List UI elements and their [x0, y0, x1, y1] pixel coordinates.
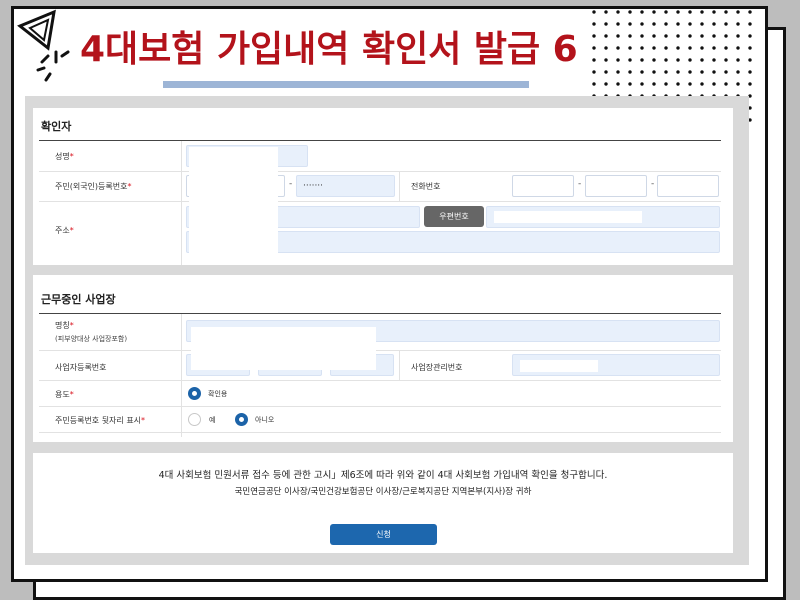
- redacted-block: [189, 147, 278, 261]
- rrn-back-input[interactable]: ·······: [296, 175, 395, 197]
- rrn-display-yes-label: 예: [209, 416, 216, 424]
- mgmtno-label: 사업장관리번호: [411, 363, 463, 372]
- workplace-name-label: 명칭* (피부양대상 사업장포함): [55, 321, 128, 343]
- phone-label: 전화번호: [411, 182, 441, 191]
- phone-dash-1: -: [578, 179, 582, 189]
- redacted-block: [191, 327, 376, 370]
- bizno-label: 사업자등록번호: [55, 363, 107, 372]
- rrn-display-yes-radio[interactable]: [188, 413, 201, 426]
- phone-part1-input[interactable]: [512, 175, 574, 197]
- row-divider: [39, 171, 721, 172]
- phone-part3-input[interactable]: [657, 175, 719, 197]
- confirmer-section-title: 확인자: [41, 120, 72, 133]
- section-rule: [39, 313, 721, 314]
- rrn-back-value: ·······: [303, 181, 324, 191]
- name-label: 성명*: [55, 152, 74, 161]
- label-column-divider: [181, 141, 182, 265]
- row-divider: [39, 350, 721, 351]
- page-title: 4대보험 가입내역 확인서 발급 6: [80, 29, 578, 70]
- redacted-block: [520, 360, 598, 372]
- footer-section: 4대 사회보험 민원서류 접수 등에 관한 고시」제6조에 따라 위와 같이 4…: [33, 453, 733, 553]
- rrn-label: 주민(외국인)등록번호*: [55, 182, 132, 191]
- sparkle-burst-icon: [17, 9, 70, 82]
- row-divider: [39, 380, 721, 381]
- title-underline: [163, 81, 529, 88]
- row-divider: [39, 406, 721, 407]
- submit-button[interactable]: 신청: [330, 524, 437, 545]
- redacted-block: [494, 211, 642, 223]
- form-panel: 확인자 성명* 주민(외국인)등록번호* - ······· 전화번호 - - …: [25, 96, 749, 565]
- purpose-radio-confirm[interactable]: [188, 387, 201, 400]
- phone-part2-input[interactable]: [585, 175, 647, 197]
- row-divider: [39, 201, 721, 202]
- addressee-line: 국민연금공단 이사장/국민건강보험공단 이사장/근로복지공단 지역본부(지사)장…: [234, 487, 532, 497]
- purpose-option-label: 확인용: [208, 390, 228, 398]
- workplace-section-title: 근무중인 사업장: [41, 293, 116, 306]
- workplace-section: 근무중인 사업장 명칭* (피부양대상 사업장포함) 사업자등록번호 사업장관리번…: [33, 275, 733, 442]
- zip-search-button[interactable]: 우편번호: [424, 206, 484, 227]
- row-divider: [39, 432, 721, 433]
- address-label: 주소*: [55, 226, 74, 235]
- rrn-display-label: 주민등록번호 뒷자리 표시*: [55, 416, 146, 425]
- legal-notice: 4대 사회보험 민원서류 접수 등에 관한 고시」제6조에 따라 위와 같이 4…: [158, 470, 608, 481]
- rrn-display-no-label: 아니오: [255, 416, 275, 424]
- column-divider: [399, 171, 400, 201]
- phone-dash-2: -: [651, 179, 655, 189]
- confirmer-section: 확인자 성명* 주민(외국인)등록번호* - ······· 전화번호 - - …: [33, 108, 733, 265]
- column-divider: [399, 350, 400, 380]
- label-column-divider: [181, 314, 182, 437]
- section-rule: [39, 140, 721, 141]
- purpose-label: 용도*: [55, 390, 74, 399]
- rrn-display-no-radio[interactable]: [235, 413, 248, 426]
- rrn-dash: -: [289, 179, 293, 189]
